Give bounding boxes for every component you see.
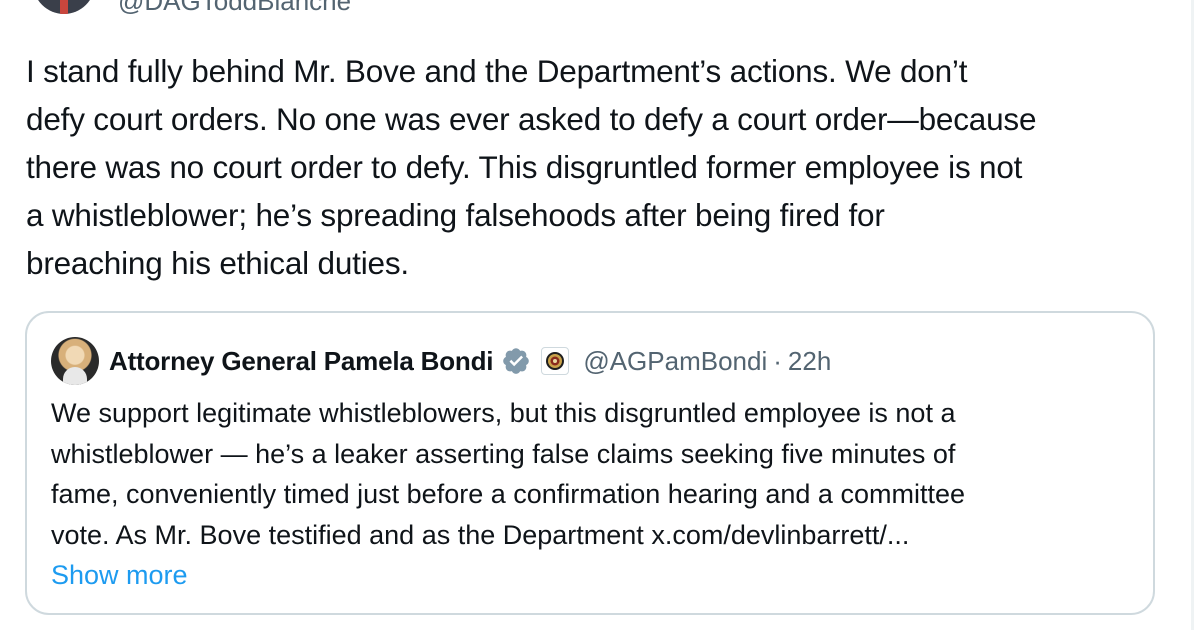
author-handle[interactable]: @DAGToddBlanche [118,0,351,17]
quoted-tweet-card[interactable]: Attorney General Pamela Bondi @AGPamBond… [25,311,1155,615]
show-more-link[interactable]: Show more [51,555,188,595]
doj-seal-icon [541,347,570,375]
verified-badge-icon [503,348,530,374]
tweet-text: I stand fully behind Mr. Bove and the De… [26,53,1037,281]
separator-dot: · [773,345,782,376]
quoted-author-name[interactable]: Attorney General Pamela Bondi [109,346,494,377]
quoted-tweet-timestamp[interactable]: 22h [788,346,831,377]
quoted-author-avatar[interactable] [51,337,99,385]
quoted-tweet-text: We support legitimate whistleblowers, bu… [51,398,965,550]
quoted-tweet-header: Attorney General Pamela Bondi @AGPamBond… [51,336,831,386]
author-avatar[interactable] [33,0,95,14]
quoted-author-handle[interactable]: @AGPamBondi [583,346,767,377]
